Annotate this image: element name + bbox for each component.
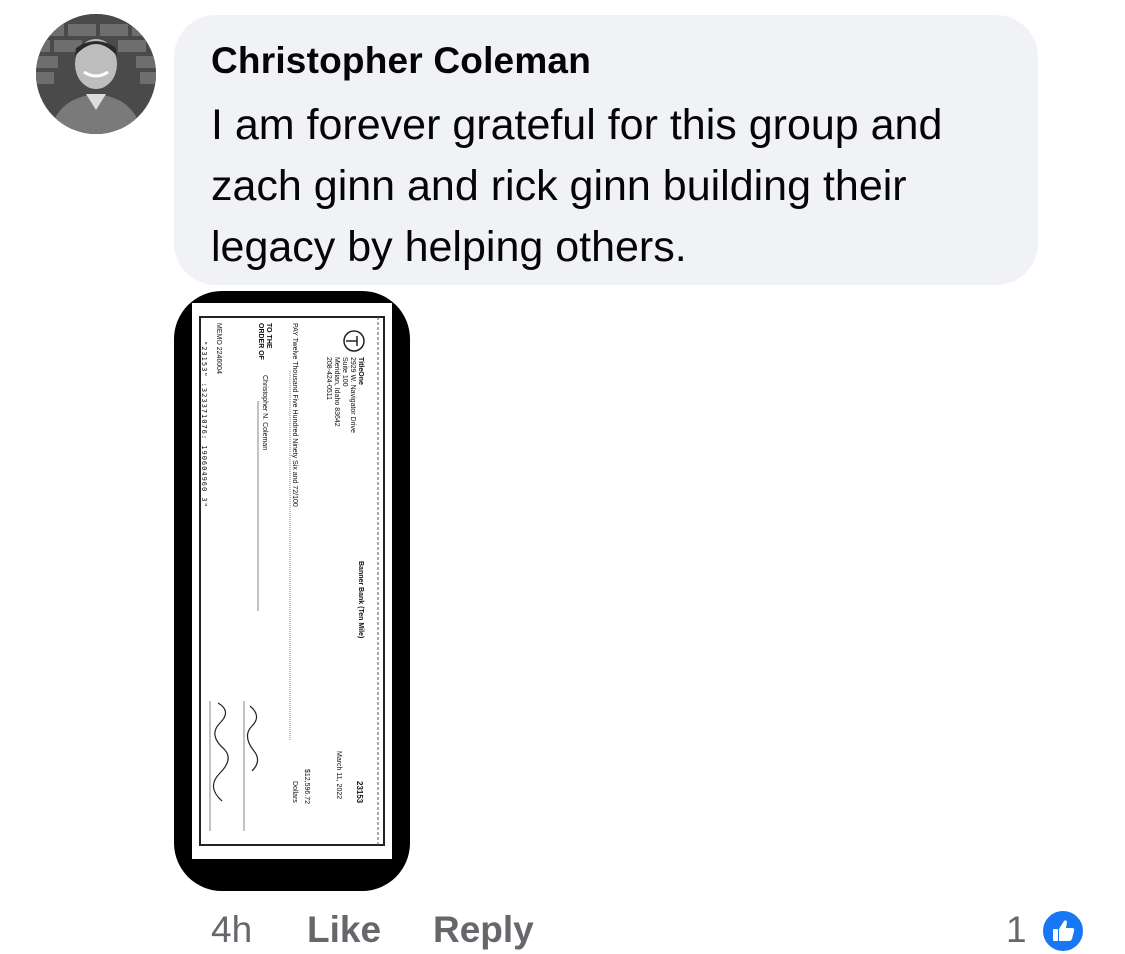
like-button[interactable]: Like: [307, 909, 381, 951]
check-memo: MEMO 2246004: [215, 323, 222, 374]
comment-actions: 4h Like Reply 1: [0, 903, 1125, 954]
check-payer-address-1: 2929 W. Navigator Drive: [349, 357, 356, 433]
check-payer-address-3: Meridian, Idaho 83642: [333, 357, 340, 427]
comment-text: I am forever grateful for this group and…: [211, 101, 943, 271]
avatar[interactable]: [36, 14, 156, 134]
thumbs-up-icon[interactable]: [1040, 908, 1086, 954]
comment-author[interactable]: Christopher Coleman: [211, 40, 591, 82]
profile-photo-avatar: [36, 14, 156, 134]
comment-timestamp[interactable]: 4h: [211, 909, 252, 951]
check-image: TitleOne 2929 W. Navigator Drive Suite 1…: [192, 303, 392, 859]
reply-button[interactable]: Reply: [433, 909, 534, 951]
check-date: March 11, 2022: [335, 751, 342, 800]
check-payer-address-2: Suite 100: [341, 357, 348, 387]
check-payer-phone: 208-424-0511: [325, 357, 332, 401]
check-bank-name: Banner Bank (Ten Mile): [357, 561, 364, 639]
check-number: 23153: [355, 781, 364, 804]
check-micr-line: "23153" :323371076: 190604960 3": [200, 341, 208, 508]
check-amount: $12,596.72: [303, 769, 310, 805]
check-pay-line: PAY Twelve Thousand Five Hundred Ninety …: [291, 323, 298, 507]
check-payee: Christopher N. Coleman: [261, 375, 268, 451]
check-to-order-label: TO THE ORDER OF: [257, 323, 272, 360]
reaction-count[interactable]: 1: [1006, 909, 1027, 951]
check-dollars-label: Dollars: [291, 781, 298, 803]
check-payer-name: TitleOne: [357, 357, 364, 385]
comment-image-attachment[interactable]: TitleOne 2929 W. Navigator Drive Suite 1…: [174, 291, 410, 891]
